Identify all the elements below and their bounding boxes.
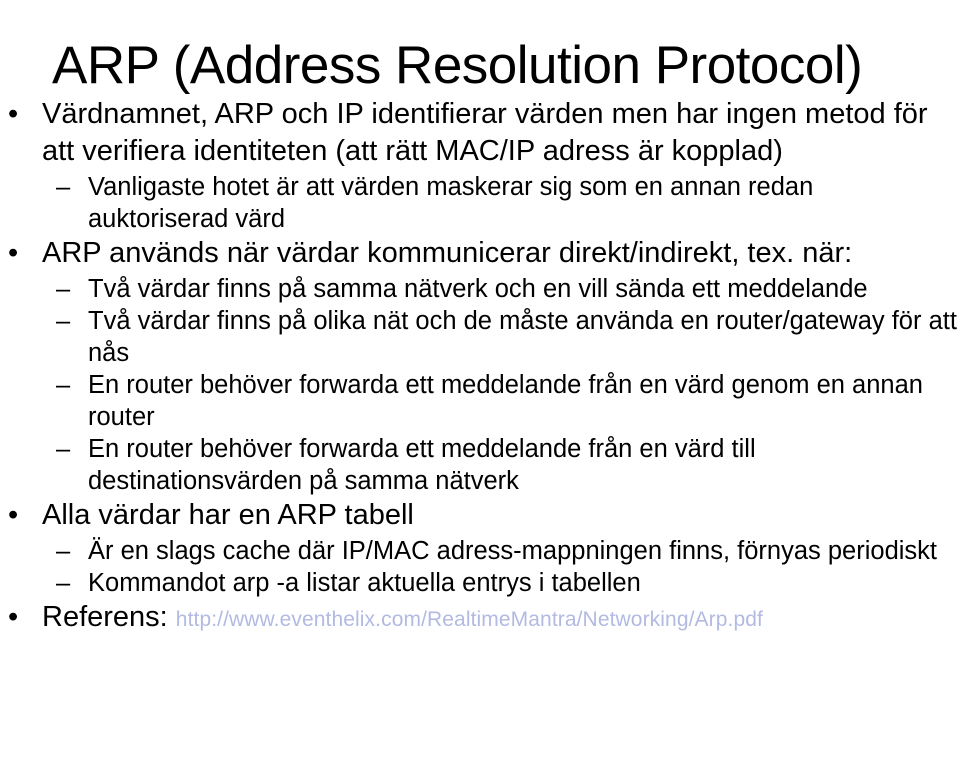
bullet-text: Två värdar finns på olika nät och de mås… (88, 307, 957, 367)
bullet-dash-icon: – (56, 435, 71, 463)
bullet-item-level2: – Vanligaste hotet är att värden maskerar… (0, 171, 960, 235)
bullet-item-level1: • ARP används när värdar kommunicerar dir… (0, 235, 960, 272)
bullet-item-level2: – En router behöver forwarda ett meddelan… (0, 369, 960, 433)
bullet-dot-icon: • (8, 98, 19, 130)
reference-text: Referens: http://www.eventhelix.com/Real… (42, 599, 960, 638)
bullet-text: ARP används när värdar kommunicerar dire… (42, 237, 853, 269)
bullet-dash-icon: – (56, 173, 71, 201)
bullet-item-level1: • Alla värdar har en ARP tabell (0, 497, 960, 534)
bullet-item-level2: – Kommandot arp -a listar aktuella entrys… (0, 567, 960, 599)
bullet-item-level2: – Två värdar finns på samma nätverk och e… (0, 273, 960, 305)
bullet-item-level2: – Två värdar finns på olika nät och de må… (0, 305, 960, 369)
bullet-text: Värdnamnet, ARP och IP identifierar värd… (42, 98, 928, 167)
bullet-text: Alla värdar har en ARP tabell (42, 499, 414, 531)
bullet-text: Kommandot arp -a listar aktuella entrys … (88, 569, 641, 597)
bullet-item-level2: – Är en slags cache där IP/MAC adress-map… (0, 535, 960, 567)
reference-url-link[interactable]: http://www.eventhelix.com/RealtimeMantra… (176, 608, 763, 631)
slide-canvas: ARP (Address Resolution Protocol) • Värdn… (0, 0, 960, 761)
bullet-text: Vanligaste hotet är att värden maskerar … (88, 173, 814, 233)
bullet-dot-icon: • (8, 601, 19, 633)
bullet-text: Två värdar finns på samma nätverk och en… (88, 275, 868, 303)
bullet-dash-icon: – (56, 537, 71, 565)
reference-label: Referens: (42, 601, 168, 633)
reference-line: • Referens: http://www.eventhelix.com/Rea… (0, 599, 960, 638)
bullet-dash-icon: – (56, 307, 71, 335)
bullet-text: Är en slags cache där IP/MAC adress-mapp… (88, 537, 937, 565)
bullet-text: En router behöver forwarda ett meddeland… (88, 371, 923, 431)
bullet-dash-icon: – (56, 569, 71, 597)
bullet-dash-icon: – (56, 275, 71, 303)
slide-body-content: • Värdnamnet, ARP och IP identifierar vär… (0, 96, 960, 639)
bullet-item-level2: – En router behöver forwarda ett meddelan… (0, 433, 960, 497)
bullet-dash-icon: – (56, 371, 71, 399)
bullet-text: En router behöver forwarda ett meddeland… (88, 435, 756, 495)
bullet-dot-icon: • (8, 237, 19, 269)
bullet-item-level1: • Värdnamnet, ARP och IP identifierar vär… (0, 96, 960, 170)
bullet-dot-icon: • (8, 499, 19, 531)
page-title: ARP (Address Resolution Protocol) (52, 35, 863, 95)
